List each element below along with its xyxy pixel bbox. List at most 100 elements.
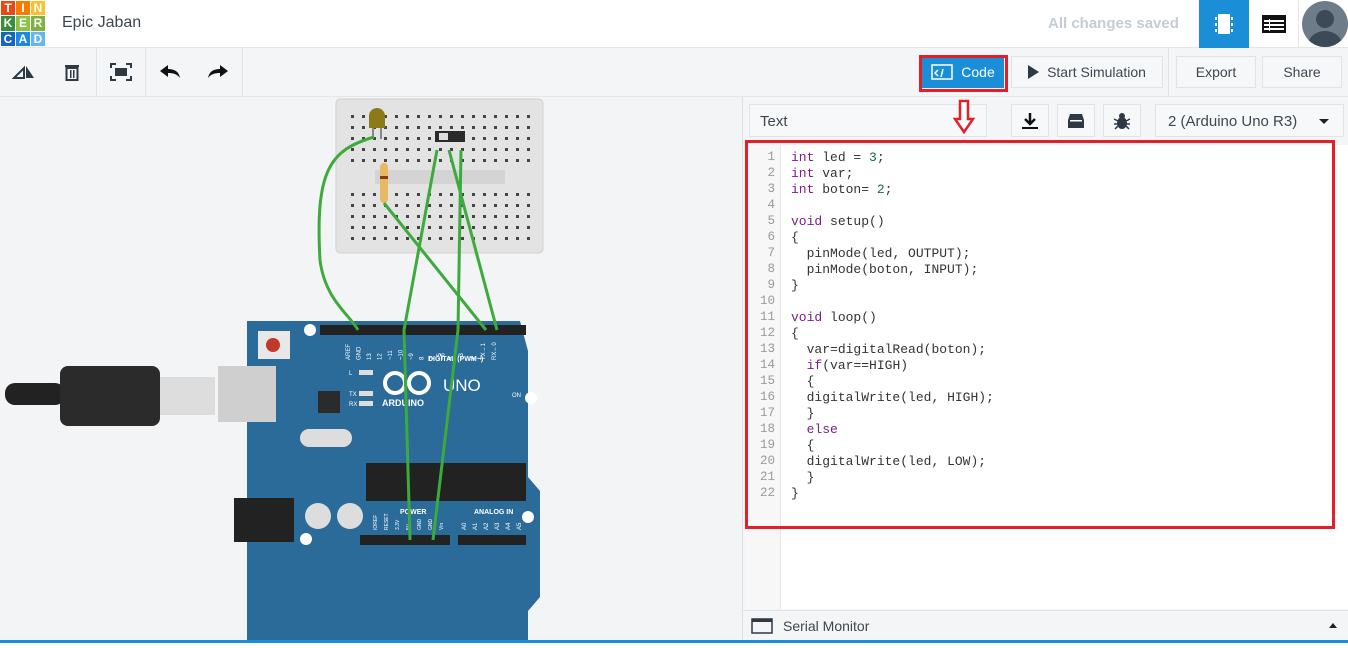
breadboard-hole [406, 159, 409, 162]
on-label: ON [512, 393, 521, 399]
avatar[interactable] [1302, 1, 1348, 47]
device-dropdown[interactable]: 2 (Arduino Uno R3) [1155, 104, 1344, 137]
circuit-view-button[interactable] [1199, 0, 1249, 48]
breadboard-hole [351, 137, 354, 140]
breadboard-hole [505, 159, 508, 162]
analog-header [458, 535, 526, 545]
breadboard-hole [527, 115, 530, 118]
breadboard-hole [450, 204, 453, 207]
breadboard-hole [494, 115, 497, 118]
breadboard-hole [395, 204, 398, 207]
breadboard-hole [483, 204, 486, 207]
analog-pin-label: A2 [484, 522, 490, 530]
arrow-down-icon [953, 99, 975, 135]
delete-button[interactable] [48, 48, 96, 96]
status-led [359, 370, 373, 375]
breadboard-hole [351, 237, 354, 240]
breadboard-hole [516, 226, 519, 229]
breadboard-hole [395, 148, 398, 151]
breadboard-hole [461, 226, 464, 229]
breadboard-hole [450, 115, 453, 118]
export-button[interactable]: Export [1176, 56, 1256, 88]
share-button[interactable]: Share [1262, 56, 1342, 88]
rotate-button[interactable] [0, 48, 48, 96]
start-simulation-button[interactable]: Start Simulation [1011, 56, 1163, 88]
download-button[interactable] [1011, 104, 1049, 137]
breadboard-hole [472, 148, 475, 151]
undo-button[interactable] [146, 48, 194, 96]
breadboard-hole [505, 137, 508, 140]
fit-view-button[interactable] [97, 48, 145, 96]
rotate-icon [12, 65, 34, 79]
breadboard-hole [461, 126, 464, 129]
breadboard-hole [384, 237, 387, 240]
highlight-code-editor [745, 140, 1335, 529]
libraries-button[interactable] [1057, 104, 1095, 137]
breadboard-hole [505, 193, 508, 196]
breadboard-hole [472, 126, 475, 129]
breadboard-hole [527, 215, 530, 218]
serial-monitor-toggle[interactable]: Serial Monitor [743, 610, 1348, 640]
breadboard-hole [406, 215, 409, 218]
breadboard-hole [406, 148, 409, 151]
component-list-button[interactable] [1249, 0, 1299, 48]
chip-small [318, 391, 340, 413]
download-icon [1022, 112, 1038, 129]
power-header [360, 535, 450, 545]
atmega-chip [366, 463, 526, 501]
breadboard-hole [494, 226, 497, 229]
breadboard-hole [373, 148, 376, 151]
breadboard-hole [516, 204, 519, 207]
breadboard-hole [428, 226, 431, 229]
debugger-button[interactable] [1103, 104, 1141, 137]
chevron-down-icon [1319, 119, 1329, 124]
breadboard-hole [516, 237, 519, 240]
circuit-canvas[interactable]: AREF GND 13 12 ~11 ~10 ~9 8 7 ~6 ~5 4 ~3 2 TX→1 RX←0 DIG… [0, 97, 742, 647]
breadboard-hole [428, 148, 431, 151]
chevron-up-icon [1329, 623, 1337, 628]
breadboard-hole [505, 237, 508, 240]
breadboard-hole [417, 204, 420, 207]
arduino-model: UNO [443, 376, 481, 395]
redo-icon [208, 65, 228, 78]
breadboard-hole [351, 204, 354, 207]
editor-mode-dropdown[interactable]: Text [749, 104, 987, 137]
breadboard-hole [450, 237, 453, 240]
breadboard-hole [395, 126, 398, 129]
analog-pin-label: A3 [495, 522, 501, 530]
project-title[interactable]: Epic Jaban [62, 14, 141, 32]
logo-letter: E [16, 16, 30, 31]
breadboard-hole [406, 126, 409, 129]
resistor [380, 163, 388, 203]
breadboard-hole [439, 126, 442, 129]
breadboard-hole [439, 237, 442, 240]
tinkercad-logo[interactable]: TIN KER CAD [1, 1, 45, 46]
reset-button-cap [266, 338, 280, 352]
mounting-hole [300, 533, 312, 545]
breadboard-hole [373, 215, 376, 218]
mounting-hole [304, 324, 316, 336]
led-label: RX [349, 402, 357, 408]
breadboard-hole [373, 193, 376, 196]
breadboard-hole [483, 148, 486, 151]
redo-button[interactable] [194, 48, 242, 96]
breadboard-hole [384, 137, 387, 140]
breadboard-hole [483, 137, 486, 140]
capacitor [305, 503, 331, 529]
digital-pin-label: ~9 [409, 352, 415, 360]
breadboard-hole [450, 193, 453, 196]
serial-monitor-icon [751, 617, 773, 634]
logo-letter: D [31, 31, 45, 46]
resistor-band [380, 176, 388, 179]
breadboard-hole [351, 115, 354, 118]
breadboard-hole [527, 137, 530, 140]
breadboard-hole [362, 226, 365, 229]
digital-pin-label: 12 [378, 353, 384, 360]
breadboard-hole [450, 215, 453, 218]
breadboard-hole [494, 148, 497, 151]
crystal [300, 429, 352, 447]
breadboard-hole [516, 148, 519, 151]
breadboard-hole [494, 237, 497, 240]
arduino-brand: ARDUINO [382, 398, 424, 408]
breadboard-hole [483, 193, 486, 196]
